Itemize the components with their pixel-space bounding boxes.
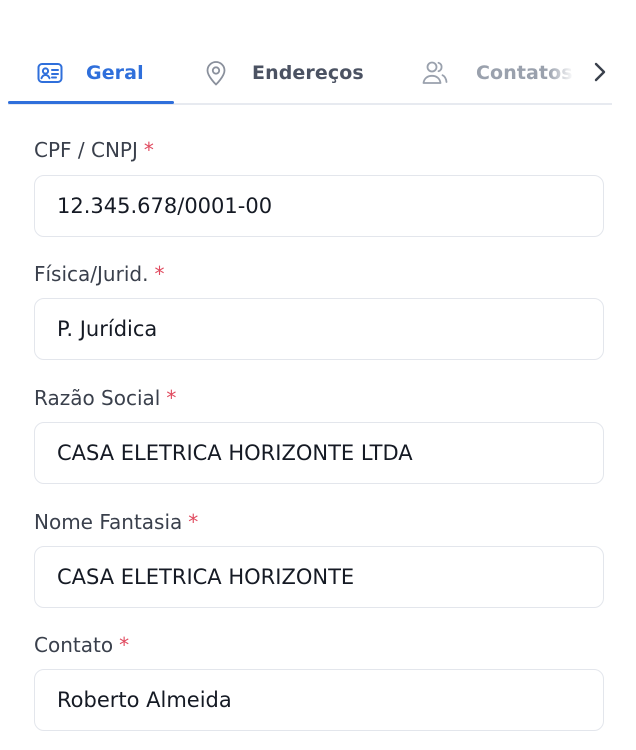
required-mark: * [188, 510, 199, 534]
contact-label: Contato * [34, 633, 129, 657]
users-icon [421, 59, 449, 87]
tab-enderecos[interactable]: Endereços [202, 56, 364, 90]
cpf-cnpj-label-text: CPF / CNPJ [34, 138, 138, 162]
tab-bar: Geral Endereços Contatos [0, 0, 636, 106]
company-name-label: Razão Social * [34, 386, 176, 410]
company-name-value: CASA ELETRICA HORIZONTE LTDA [57, 441, 413, 465]
tab-geral-label: Geral [86, 62, 144, 84]
person-type-value: P. Jurídica [57, 317, 158, 341]
map-pin-icon [202, 59, 230, 87]
trade-name-label: Nome Fantasia * [34, 510, 198, 534]
tab-active-indicator [8, 101, 174, 104]
company-name-input[interactable]: CASA ELETRICA HORIZONTE LTDA [34, 422, 604, 484]
contact-input[interactable]: Roberto Almeida [34, 669, 604, 731]
trade-name-label-text: Nome Fantasia [34, 510, 183, 534]
person-type-label-text: Física/Jurid. [34, 262, 149, 286]
person-type-select[interactable]: P. Jurídica [34, 298, 604, 360]
id-card-icon [36, 59, 64, 87]
chevron-right-icon [593, 61, 607, 87]
cpf-cnpj-label: CPF / CNPJ * [34, 138, 154, 162]
cpf-cnpj-value: 12.345.678/0001-00 [57, 194, 273, 218]
tabs-scroll-next-button[interactable] [588, 60, 612, 88]
required-mark: * [154, 262, 165, 286]
contact-label-text: Contato [34, 633, 114, 657]
trade-name-value: CASA ELETRICA HORIZONTE [57, 565, 355, 589]
tab-geral[interactable]: Geral [36, 56, 144, 90]
cpf-cnpj-input[interactable]: 12.345.678/0001-00 [34, 175, 604, 237]
tab-enderecos-label: Endereços [252, 62, 364, 84]
required-mark: * [143, 138, 154, 162]
tab-overflow-fade [548, 56, 574, 90]
contact-value: Roberto Almeida [57, 688, 232, 712]
person-type-label: Física/Jurid. * [34, 262, 164, 286]
required-mark: * [119, 633, 130, 657]
trade-name-input[interactable]: CASA ELETRICA HORIZONTE [34, 546, 604, 608]
required-mark: * [166, 386, 177, 410]
company-name-label-text: Razão Social [34, 386, 161, 410]
